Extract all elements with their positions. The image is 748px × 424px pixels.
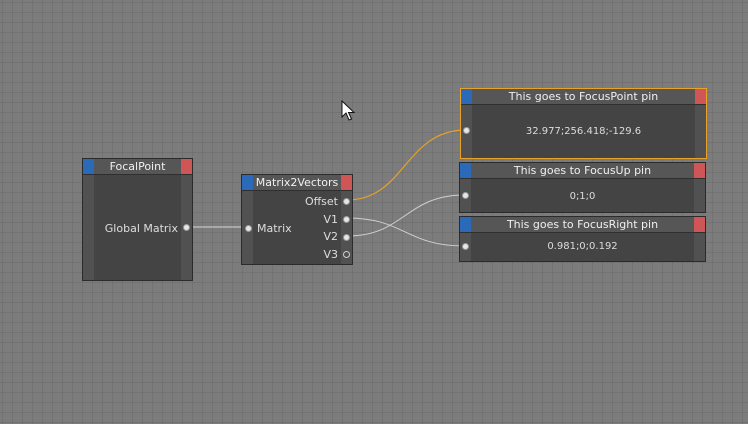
mouse-pointer-icon — [341, 100, 355, 121]
wire-v1-to-focusright — [346, 217, 466, 247]
output-label-offset: Offset — [304, 195, 338, 208]
output-port-offset[interactable] — [343, 198, 350, 205]
focuspoint-value-node[interactable]: This goes to FocusPoint pin 32.977;256.4… — [460, 88, 707, 159]
node-cap-right — [695, 89, 706, 104]
vector-value: 32.977;256.418;-129.6 — [525, 126, 642, 137]
input-label-matrix: Matrix — [257, 222, 292, 235]
node-title: This goes to FocusPoint pin — [461, 89, 706, 105]
vector-value: 0;1;0 — [569, 191, 596, 202]
input-port-matrix[interactable] — [245, 225, 252, 232]
node-title: Matrix2Vectors — [242, 175, 352, 191]
input-port-focuspoint[interactable] — [463, 127, 470, 134]
node-cap-left — [460, 163, 471, 178]
node-cap-right — [181, 159, 192, 174]
node-title: This goes to FocusRight pin — [460, 217, 705, 233]
node-cap-right — [341, 175, 352, 190]
focusup-value-node[interactable]: This goes to FocusUp pin 0;1;0 — [459, 162, 706, 213]
node-title: FocalPoint — [83, 159, 192, 175]
node-cap-left — [83, 159, 94, 174]
input-port-focusup[interactable] — [462, 192, 469, 199]
output-label-v3: V3 — [323, 248, 338, 261]
output-label-global-matrix: Global Matrix — [104, 222, 178, 235]
matrix2vectors-node[interactable]: Matrix2Vectors Matrix Offset V1 V2 V3 — [241, 174, 353, 265]
node-cap-right — [694, 217, 705, 232]
node-cap-left — [460, 217, 471, 232]
node-cap-left — [242, 175, 253, 190]
node-output-column — [694, 179, 705, 212]
node-output-column — [694, 233, 705, 261]
vector-value: 0.981;0;0.192 — [547, 241, 618, 252]
wire-v2-to-focusup — [346, 194, 466, 237]
focusright-value-node[interactable]: This goes to FocusRight pin 0.981;0;0.19… — [459, 216, 706, 262]
output-port-global-matrix[interactable] — [183, 224, 190, 231]
node-input-column — [83, 175, 94, 280]
node-output-column — [695, 105, 706, 158]
output-port-v3[interactable] — [343, 251, 350, 258]
output-label-v2: V2 — [323, 230, 338, 243]
node-cap-left — [461, 89, 472, 104]
node-editor-canvas[interactable]: FocalPoint Global Matrix Matrix2Vectors … — [0, 0, 748, 424]
node-cap-right — [694, 163, 705, 178]
wire-offset-to-focuspoint — [346, 129, 467, 201]
input-port-focusright[interactable] — [462, 243, 469, 250]
output-port-v1[interactable] — [343, 216, 350, 223]
node-title: This goes to FocusUp pin — [460, 163, 705, 179]
focalpoint-node[interactable]: FocalPoint Global Matrix — [82, 158, 193, 281]
output-port-v2[interactable] — [343, 234, 350, 241]
output-label-v1: V1 — [323, 213, 338, 226]
